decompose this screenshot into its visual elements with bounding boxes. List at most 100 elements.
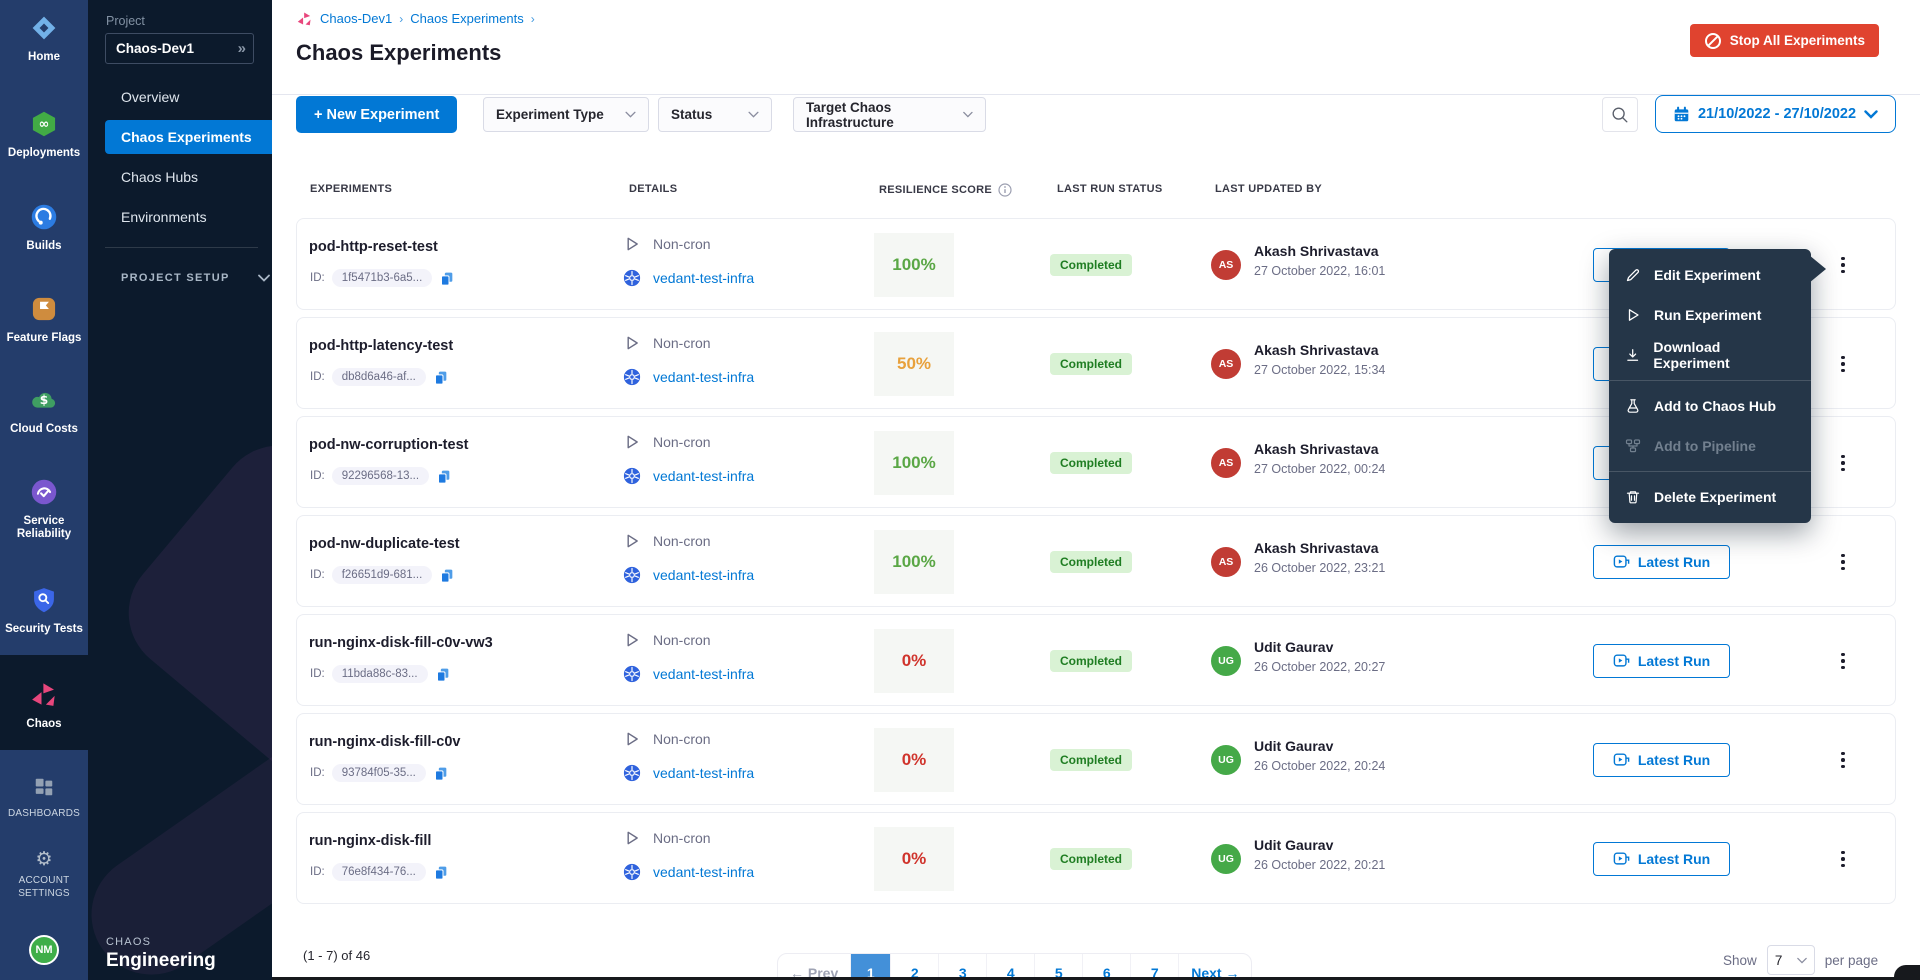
project-name: Chaos-Dev1	[116, 41, 238, 56]
show-label: Show	[1723, 953, 1757, 968]
cloud-costs-icon: $	[30, 386, 58, 414]
stop-icon	[1704, 32, 1722, 50]
experiment-name[interactable]: pod-http-latency-test	[309, 338, 453, 354]
copy-icon[interactable]	[439, 567, 454, 583]
sidebar-divider	[105, 247, 258, 248]
pipeline-icon	[1625, 438, 1641, 454]
nav-item-dashboards[interactable]: DASHBOARDS	[0, 776, 88, 820]
nav-item-security-tests[interactable]: Security Tests	[0, 586, 88, 636]
schedule-type: Non-cron	[623, 730, 711, 748]
experiment-name[interactable]: run-nginx-disk-fill-c0v	[309, 734, 460, 750]
chevron-down-icon	[748, 111, 759, 118]
menu-item-add-to-chaos-hub[interactable]: Add to Chaos Hub	[1609, 386, 1811, 426]
resilience-score: 100%	[874, 530, 954, 594]
chevron-down-icon	[258, 274, 270, 282]
collapse-sidebar-icon[interactable]: »	[238, 40, 245, 57]
copy-icon[interactable]	[439, 270, 454, 286]
copy-icon[interactable]	[433, 765, 448, 781]
new-experiment-button[interactable]: + New Experiment	[296, 96, 457, 133]
updated-by-name: Akash Shrivastava	[1254, 342, 1379, 358]
nav-item-feature-flags[interactable]: Feature Flags	[0, 295, 88, 345]
user-avatar[interactable]: NM	[29, 935, 59, 965]
nav-item-deployments[interactable]: ∞ Deployments	[0, 110, 88, 160]
infrastructure-link[interactable]: vedant-test-infra	[653, 369, 754, 385]
experiment-id-line: ID: f26651d9-681...	[310, 566, 454, 584]
menu-item-download-experiment[interactable]: Download Experiment	[1609, 335, 1811, 375]
row-menu-kebab-icon[interactable]	[1831, 249, 1855, 281]
nav-item-service-reliability[interactable]: Service Reliability	[0, 478, 88, 541]
id-label: ID:	[310, 470, 325, 482]
date-range-picker[interactable]: 21/10/2022 - 27/10/2022	[1655, 95, 1896, 133]
row-menu-kebab-icon[interactable]	[1831, 843, 1855, 875]
status-badge: Completed	[1050, 551, 1132, 573]
infrastructure-link[interactable]: vedant-test-infra	[653, 270, 754, 286]
experiment-name[interactable]: pod-nw-duplicate-test	[309, 536, 460, 552]
row-menu-kebab-icon[interactable]	[1831, 348, 1855, 380]
project-selector[interactable]: Chaos-Dev1 »	[105, 33, 254, 64]
row-menu-kebab-icon[interactable]	[1831, 447, 1855, 479]
experiment-name[interactable]: run-nginx-disk-fill-c0v-vw3	[309, 635, 493, 651]
per-page-select[interactable]: 7	[1767, 945, 1815, 975]
target-infrastructure: vedant-test-infra	[623, 863, 754, 881]
info-icon[interactable]	[998, 183, 1012, 197]
bottom-corner-widget	[1894, 965, 1920, 980]
experiment-name[interactable]: pod-nw-corruption-test	[309, 437, 468, 453]
latest-run-button[interactable]: Latest Run	[1593, 743, 1730, 777]
latest-run-button[interactable]: Latest Run	[1593, 545, 1730, 579]
row-menu-kebab-icon[interactable]	[1831, 546, 1855, 578]
menu-item-delete-experiment[interactable]: Delete Experiment	[1609, 477, 1811, 517]
svg-text:∞: ∞	[39, 117, 50, 132]
search-button[interactable]	[1602, 97, 1638, 132]
copy-icon[interactable]	[436, 468, 451, 484]
pagination-range-text: (1 - 7) of 46	[303, 948, 370, 963]
updated-by-name: Udit Gaurav	[1254, 738, 1333, 754]
infrastructure-link[interactable]: vedant-test-infra	[653, 567, 754, 583]
schedule-type: Non-cron	[623, 631, 711, 649]
copy-icon[interactable]	[435, 666, 450, 682]
sidebar-item-overview[interactable]: Overview	[105, 80, 272, 114]
copy-icon[interactable]	[433, 864, 448, 880]
table-row[interactable]: run-nginx-disk-fill-c0v ID: 93784f05-35.…	[296, 713, 1896, 805]
sidebar-item-environments[interactable]: Environments	[105, 200, 272, 234]
table-row[interactable]: run-nginx-disk-fill-c0v-vw3 ID: 11bda88c…	[296, 614, 1896, 706]
experiment-type-filter[interactable]: Experiment Type	[483, 97, 649, 132]
updated-by-date: 27 October 2022, 00:24	[1254, 462, 1385, 476]
nav-item-home[interactable]: Home	[0, 14, 88, 64]
nav-item-cloud-costs[interactable]: $ Cloud Costs	[0, 386, 88, 436]
menu-item-run-experiment[interactable]: Run Experiment	[1609, 295, 1811, 335]
experiment-name[interactable]: pod-http-reset-test	[309, 239, 438, 255]
latest-run-button[interactable]: Latest Run	[1593, 842, 1730, 876]
nav-item-chaos-active[interactable]: Chaos	[0, 655, 88, 750]
status-badge: Completed	[1050, 848, 1132, 870]
table-row[interactable]: pod-nw-duplicate-test ID: f26651d9-681..…	[296, 515, 1896, 607]
play-outline-icon	[623, 433, 640, 451]
row-menu-kebab-icon[interactable]	[1831, 744, 1855, 776]
avatar: AS	[1211, 448, 1241, 478]
latest-run-button[interactable]: Latest Run	[1593, 644, 1730, 678]
target-infrastructure-filter[interactable]: Target Chaos Infrastructure	[793, 97, 986, 132]
table-row[interactable]: run-nginx-disk-fill ID: 76e8f434-76... N…	[296, 812, 1896, 904]
sidebar-item-chaos-experiments[interactable]: Chaos Experiments	[105, 120, 272, 154]
infrastructure-link[interactable]: vedant-test-infra	[653, 864, 754, 880]
dashboards-icon	[33, 776, 55, 798]
sidebar-item-chaos-hubs[interactable]: Chaos Hubs	[105, 160, 272, 194]
nav-item-builds[interactable]: Builds	[0, 203, 88, 253]
per-page-control: Show 7 per page	[1723, 945, 1878, 975]
nav-item-account-settings[interactable]: ⚙ ACCOUNTSETTINGS	[0, 850, 88, 900]
row-menu-kebab-icon[interactable]	[1831, 645, 1855, 677]
harness-logo-icon	[30, 14, 58, 42]
menu-item-edit-experiment[interactable]: Edit Experiment	[1609, 255, 1811, 295]
infrastructure-link[interactable]: vedant-test-infra	[653, 666, 754, 682]
infrastructure-link[interactable]: vedant-test-infra	[653, 468, 754, 484]
nav-label-account-settings: ACCOUNTSETTINGS	[0, 874, 88, 900]
infrastructure-link[interactable]: vedant-test-infra	[653, 765, 754, 781]
breadcrumb-link-experiments[interactable]: Chaos Experiments	[410, 11, 523, 26]
copy-icon[interactable]	[433, 369, 448, 385]
id-label: ID:	[310, 866, 325, 878]
project-setup-section[interactable]: PROJECT SETUP	[121, 272, 270, 284]
stop-all-experiments-button[interactable]: Stop All Experiments	[1690, 24, 1879, 57]
experiment-name[interactable]: run-nginx-disk-fill	[309, 833, 431, 849]
breadcrumb-link-project[interactable]: Chaos-Dev1	[320, 11, 392, 26]
status-filter[interactable]: Status	[658, 97, 772, 132]
experiment-id-chip: 92296568-13...	[332, 467, 429, 485]
